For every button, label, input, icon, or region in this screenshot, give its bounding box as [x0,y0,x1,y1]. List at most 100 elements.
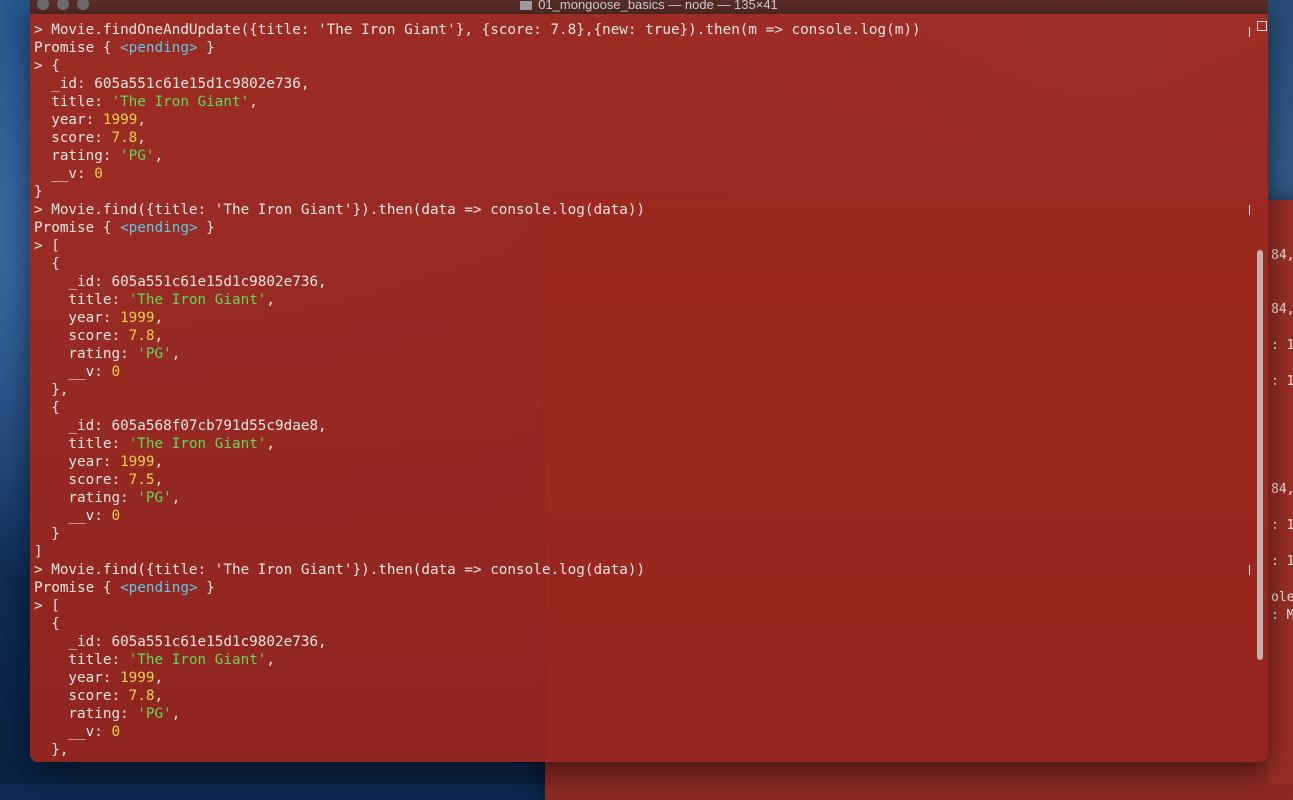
string-token: 'The Iron Giant' [128,292,267,308]
pending-token: <pending> [120,580,198,596]
string-token: 'PG' [137,346,172,362]
terminal-line: __v: 0 [34,507,1249,525]
number-token: 0 [94,166,103,182]
text-token: , [249,94,258,110]
text-token: , [171,490,181,506]
text-token: } [197,40,215,56]
text-token: , [171,346,181,362]
string-token: 'The Iron Giant' [128,652,267,668]
terminal-line: > Movie.find({title: 'The Iron Giant'}).… [34,561,1249,579]
terminal-line: rating: 'PG', [34,705,1249,723]
number-token: 1999 [120,670,155,686]
command-mark [1249,27,1250,37]
number-token: 1999 [120,454,155,470]
terminal-line: Promise { <pending> } [34,39,1249,57]
terminal-line: year: 1999, [34,669,1249,687]
background-text: ole [1271,590,1293,605]
terminal-line: _id: 605a568f07cb791d55c9dae8, [34,417,1249,435]
terminal-line: > { [34,57,1249,75]
terminal-line: } [34,525,1249,543]
text-token: Promise { [34,580,121,596]
number-token: 1999 [102,112,138,128]
text-token: __v: [34,166,95,182]
text-token: rating: [34,148,121,164]
text-token: , [266,652,276,668]
text-token: } [34,184,43,200]
string-token: 'PG' [137,706,172,722]
text-token: _id: 605a551c61e15d1c9802e736, [34,634,327,650]
terminal-line: } [34,183,1249,201]
text-token: _id: 605a551c61e15d1c9802e736, [34,274,327,290]
number-token: 1999 [120,310,155,326]
terminal-line: __v: 0 [34,165,1249,183]
text-token: , [137,112,146,128]
text-token: , [154,328,164,344]
terminal-line: ] [34,543,1249,561]
terminal-line: score: 7.8, [34,327,1249,345]
terminal-window[interactable]: 01_mongoose_basics — node — 135×41 > Mov… [30,0,1268,762]
number-token: 0 [111,508,121,524]
text-token: , [137,130,146,146]
background-text: 84, [1271,248,1293,263]
terminal-line: title: 'The Iron Giant', [34,651,1249,669]
terminal-line: score: 7.8, [34,129,1249,147]
text-token: > [ [34,238,60,254]
text-token: _id: 605a551c61e15d1c9802e736, [34,76,310,92]
terminal-line: title: 'The Iron Giant', [34,435,1249,453]
text-token: ] [34,544,43,560]
text-token: } [197,220,215,236]
terminal-line: { [34,615,1249,633]
terminal-line: __v: 0 [34,723,1249,741]
terminal-line: score: 7.8, [34,687,1249,705]
pending-token: <pending> [120,220,198,236]
text-token: title: [34,436,129,452]
text-token: , [171,706,181,722]
text-token: , [154,670,164,686]
background-text: 84, [1271,302,1293,317]
text-token: }, [34,742,69,758]
text-token: , [154,454,164,470]
string-token: 'PG' [137,490,172,506]
desktop-wallpaper-edge [1268,0,1293,200]
split-pane-icon[interactable] [1257,21,1267,31]
text-token: , [154,688,164,704]
pending-token: <pending> [120,40,198,56]
window-title: 01_mongoose_basics — node — 135×41 [30,0,1268,12]
terminal-line: year: 1999, [34,309,1249,327]
number-token: 0 [111,364,121,380]
terminal-line: title: 'The Iron Giant', [34,93,1249,111]
text-token: title: [34,652,129,668]
terminal-line: __v: 0 [34,363,1249,381]
text-token: } [197,580,215,596]
terminal-line: rating: 'PG', [34,147,1249,165]
terminal-line: { [34,255,1249,273]
terminal-line: Promise { <pending> } [34,219,1249,237]
number-token: 7.8 [128,688,155,704]
terminal-line: > Movie.findOneAndUpdate({title: 'The Ir… [34,21,1249,39]
text-token: > Movie.find({title: 'The Iron Giant'}).… [34,202,646,218]
text-token: _id: 605a568f07cb791d55c9dae8, [34,418,327,434]
text-token: { [34,616,60,632]
terminal-line: title: 'The Iron Giant', [34,291,1249,309]
text-token: Promise { [34,40,121,56]
terminal-line: year: 1999, [34,453,1249,471]
terminal-line: { [34,399,1249,417]
command-mark [1249,565,1250,575]
text-token: , [154,472,164,488]
background-text: : 1 [1271,374,1293,389]
background-text: : 1 [1271,518,1293,533]
text-token: title: [34,94,112,110]
number-token: 7.8 [128,328,155,344]
text-token: rating: [34,490,138,506]
number-token: 0 [111,724,121,740]
text-token: > [ [34,598,60,614]
text-token: Promise { [34,220,121,236]
number-token: 7.8 [111,130,138,146]
text-token: , [266,292,276,308]
scrollbar-thumb[interactable] [1257,250,1263,660]
terminal-line: _id: 605a551c61e15d1c9802e736, [34,273,1249,291]
terminal-line: _id: 605a551c61e15d1c9802e736, [34,633,1249,651]
text-token: year: [34,112,103,128]
terminal-output[interactable]: > Movie.findOneAndUpdate({title: 'The Ir… [34,21,1249,761]
title-bar[interactable]: 01_mongoose_basics — node — 135×41 [30,0,1268,14]
